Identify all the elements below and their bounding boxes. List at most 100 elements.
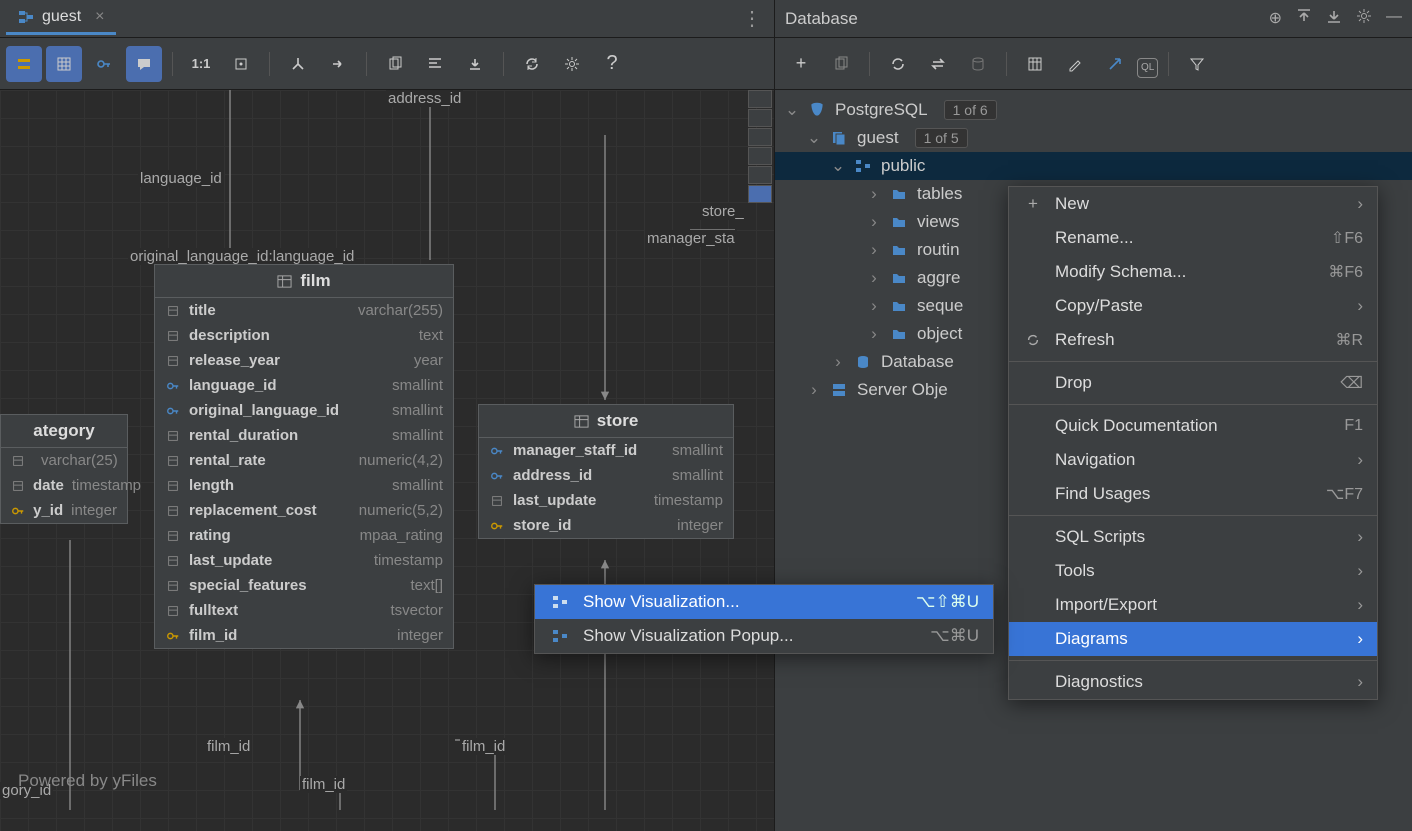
filter-button[interactable] [1179,46,1215,82]
column-row[interactable]: rental_durationsmallint [155,423,453,448]
column-row[interactable]: y_idinteger [1,498,127,523]
menu-item-new[interactable]: +New› [1009,187,1377,221]
refresh-button[interactable] [514,46,550,82]
chevron-down-icon: ⌄ [785,100,799,120]
column-row[interactable]: manager_staff_idsmallint [479,438,733,463]
key-icon-button[interactable] [86,46,122,82]
minimize-icon[interactable]: — [1386,8,1402,29]
copy-button[interactable] [377,46,413,82]
tree-node-postgres[interactable]: ⌄ PostgreSQL 1 of 6 [775,96,1412,124]
zoom-actual-button[interactable]: 1:1 [183,46,219,82]
node-label: Server Obje [857,380,948,400]
chevron-right-icon: › [867,240,881,260]
edit-button[interactable] [1057,46,1093,82]
target-icon[interactable]: ⊕ [1269,8,1282,29]
fit-button[interactable] [223,46,259,82]
menu-item-diagnostics[interactable]: Diagnostics› [1009,665,1377,699]
menu-item-navigation[interactable]: Navigation› [1009,443,1377,477]
entity-store[interactable]: store manager_staff_idsmallintaddress_id… [478,404,734,539]
help-button[interactable]: ? [594,46,630,82]
column-name: film_id [189,627,237,644]
column-name: length [189,477,234,494]
column-row[interactable]: address_idsmallint [479,463,733,488]
menu-item-modify-schema[interactable]: Modify Schema...⌘F6 [1009,255,1377,289]
menu-item-diagrams[interactable]: Diagrams› [1009,622,1377,656]
minimap[interactable] [748,90,772,203]
column-name: y_id [33,502,63,519]
layout-button[interactable] [320,46,356,82]
column-row[interactable]: varchar(25) [1,448,127,473]
node-label: public [881,156,925,176]
menu-item-sql-scripts[interactable]: SQL Scripts› [1009,520,1377,554]
tab-more-icon[interactable]: ⋮ [736,0,768,37]
tree-node-public[interactable]: ⌄ public [775,152,1412,180]
view-mode-table-button[interactable] [46,46,82,82]
sync-button[interactable] [920,46,956,82]
collapse-up-icon[interactable] [1296,8,1312,29]
collapse-down-icon[interactable] [1326,8,1342,29]
column-row[interactable]: replacement_costnumeric(5,2) [155,498,453,523]
submenu-item-show-visualization-popup[interactable]: Show Visualization Popup...⌥⌘U [535,619,993,653]
menu-item-copy-paste[interactable]: Copy/Paste› [1009,289,1377,323]
column-row[interactable]: rental_ratenumeric(4,2) [155,448,453,473]
editor-tab-guest[interactable]: guest × [6,2,116,35]
editor-tabbar: guest × ⋮ [0,0,774,38]
route-button[interactable] [280,46,316,82]
edge-label: address_id [386,90,463,107]
tree-node-guest[interactable]: ⌄ guest 1 of 5 [775,124,1412,152]
submenu-item-show-visualization[interactable]: Show Visualization...⌥⇧⌘U [535,585,993,619]
menu-item-refresh[interactable]: Refresh⌘R [1009,323,1377,357]
menu-item-drop[interactable]: Drop⌫ [1009,366,1377,400]
delete-icon: ⌫ [1340,373,1363,393]
column-row[interactable]: descriptiontext [155,323,453,348]
align-button[interactable] [417,46,453,82]
schema-icon [549,594,571,610]
settings-button[interactable] [554,46,590,82]
database-icon [829,130,849,146]
folder-icon [889,298,909,314]
column-row[interactable]: language_idsmallint [155,373,453,398]
menu-item-rename[interactable]: Rename...⇧F6 [1009,221,1377,255]
submenu-diagrams[interactable]: Show Visualization...⌥⇧⌘U Show Visualiza… [534,584,994,654]
menu-item-find-usages[interactable]: Find Usages⌥F7 [1009,477,1377,511]
menu-item-quick-doc[interactable]: Quick DocumentationF1 [1009,409,1377,443]
entity-category[interactable]: ategory varchar(25)datetimestampy_idinte… [0,414,128,524]
column-row[interactable]: lengthsmallint [155,473,453,498]
column-row[interactable]: special_featurestext[] [155,573,453,598]
export-button[interactable] [457,46,493,82]
menu-item-tools[interactable]: Tools› [1009,554,1377,588]
menu-item-import-export[interactable]: Import/Export› [1009,588,1377,622]
column-row[interactable]: titlevarchar(255) [155,298,453,323]
context-menu[interactable]: +New› Rename...⇧F6 Modify Schema...⌘F6 C… [1008,186,1378,700]
chevron-right-icon: › [807,380,821,400]
view-mode-key-button[interactable] [6,46,42,82]
column-row[interactable]: fulltexttsvector [155,598,453,623]
folder-icon [889,270,909,286]
db-icon [853,354,873,370]
column-row[interactable]: release_yearyear [155,348,453,373]
entity-film[interactable]: film titlevarchar(255)descriptiontextrel… [154,264,454,649]
node-label: tables [917,184,962,204]
add-button[interactable]: + [783,46,819,82]
table-view-button[interactable] [1017,46,1053,82]
duplicate-button[interactable] [823,46,859,82]
column-icon [165,604,181,618]
column-row[interactable]: datetimestamp [1,473,127,498]
stop-button[interactable] [960,46,996,82]
node-label: object [917,324,962,344]
column-row[interactable]: store_idinteger [479,513,733,538]
diagram-canvas[interactable]: address_id language_id original_language… [0,90,774,831]
column-row[interactable]: ratingmpaa_rating [155,523,453,548]
column-row[interactable]: last_updatetimestamp [479,488,733,513]
column-row[interactable]: original_language_idsmallint [155,398,453,423]
column-row[interactable]: last_updatetimestamp [155,548,453,573]
refresh-button[interactable] [880,46,916,82]
console-button[interactable]: QL [1137,58,1158,78]
chevron-right-icon: › [1357,672,1363,692]
gear-icon[interactable] [1356,8,1372,29]
jump-button[interactable] [1097,46,1133,82]
column-row[interactable]: film_idinteger [155,623,453,648]
column-name: description [189,327,270,344]
comment-icon-button[interactable] [126,46,162,82]
close-icon[interactable]: × [95,8,104,26]
